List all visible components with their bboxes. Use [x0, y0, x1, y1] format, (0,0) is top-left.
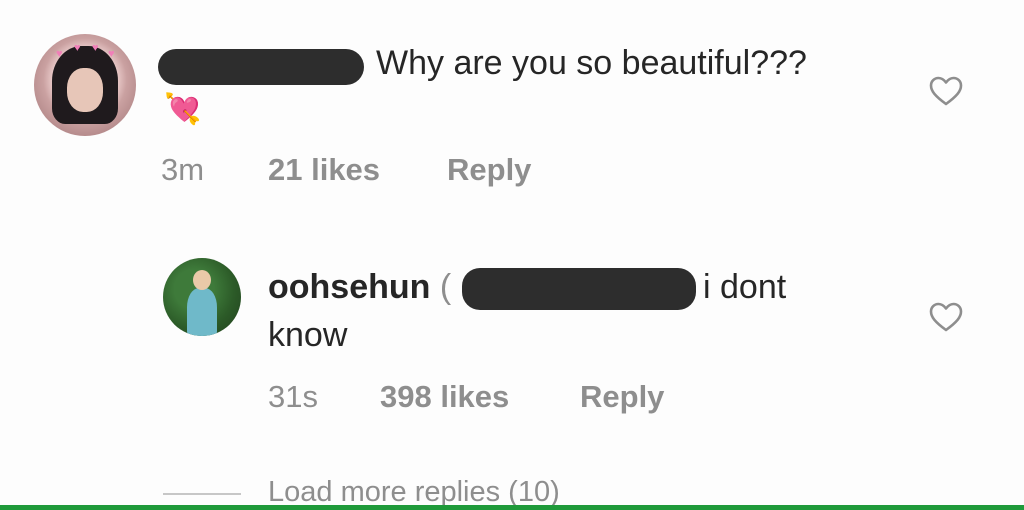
heart-outline-icon[interactable]	[929, 302, 963, 332]
reply-likes-text: 398 likes	[380, 379, 510, 414]
reply-button-label: Reply	[447, 152, 532, 187]
reply-time: 31s	[268, 379, 318, 414]
reply-avatar[interactable]	[163, 258, 241, 336]
reply-username[interactable]: oohsehun	[268, 268, 430, 306]
avatar-head	[193, 270, 211, 290]
replies-divider	[163, 493, 241, 495]
comment-text: Why are you so beautiful???	[376, 44, 807, 82]
reply-header: oohsehun (	[268, 268, 451, 307]
commenter-avatar[interactable]: ♥ ♥ ♥ ♥	[34, 34, 136, 136]
bottom-border	[0, 505, 1024, 510]
mention-paren: (	[439, 268, 452, 306]
reply-text-line1: i dont	[703, 268, 787, 306]
comment-time: 3m	[161, 152, 205, 187]
redacted-mention	[462, 268, 696, 310]
avatar-body	[187, 288, 217, 336]
avatar-face	[67, 68, 103, 112]
reply-like-count[interactable]: 398 likes	[380, 379, 509, 415]
comment-like-count[interactable]: 21 likes	[268, 152, 380, 188]
comment-thread: ♥ ♥ ♥ ♥ Why are you so beautiful??? 💘 3m…	[0, 0, 1024, 510]
reply-button[interactable]: Reply	[447, 152, 531, 188]
heart-outline-icon[interactable]	[929, 76, 963, 106]
reply-reply-label: Reply	[580, 379, 665, 414]
reply-text-line2: know	[268, 316, 348, 354]
heart-crown-icon: ♥	[92, 42, 99, 54]
heart-crown-icon: ♥	[108, 48, 115, 60]
heart-with-arrow-emoji: 💘	[164, 93, 202, 126]
heart-crown-icon: ♥	[56, 48, 63, 60]
redacted-username	[158, 49, 364, 85]
reply-reply-button[interactable]: Reply	[580, 379, 664, 415]
heart-crown-icon: ♥	[74, 42, 81, 54]
comment-likes-text: 21 likes	[268, 152, 381, 187]
